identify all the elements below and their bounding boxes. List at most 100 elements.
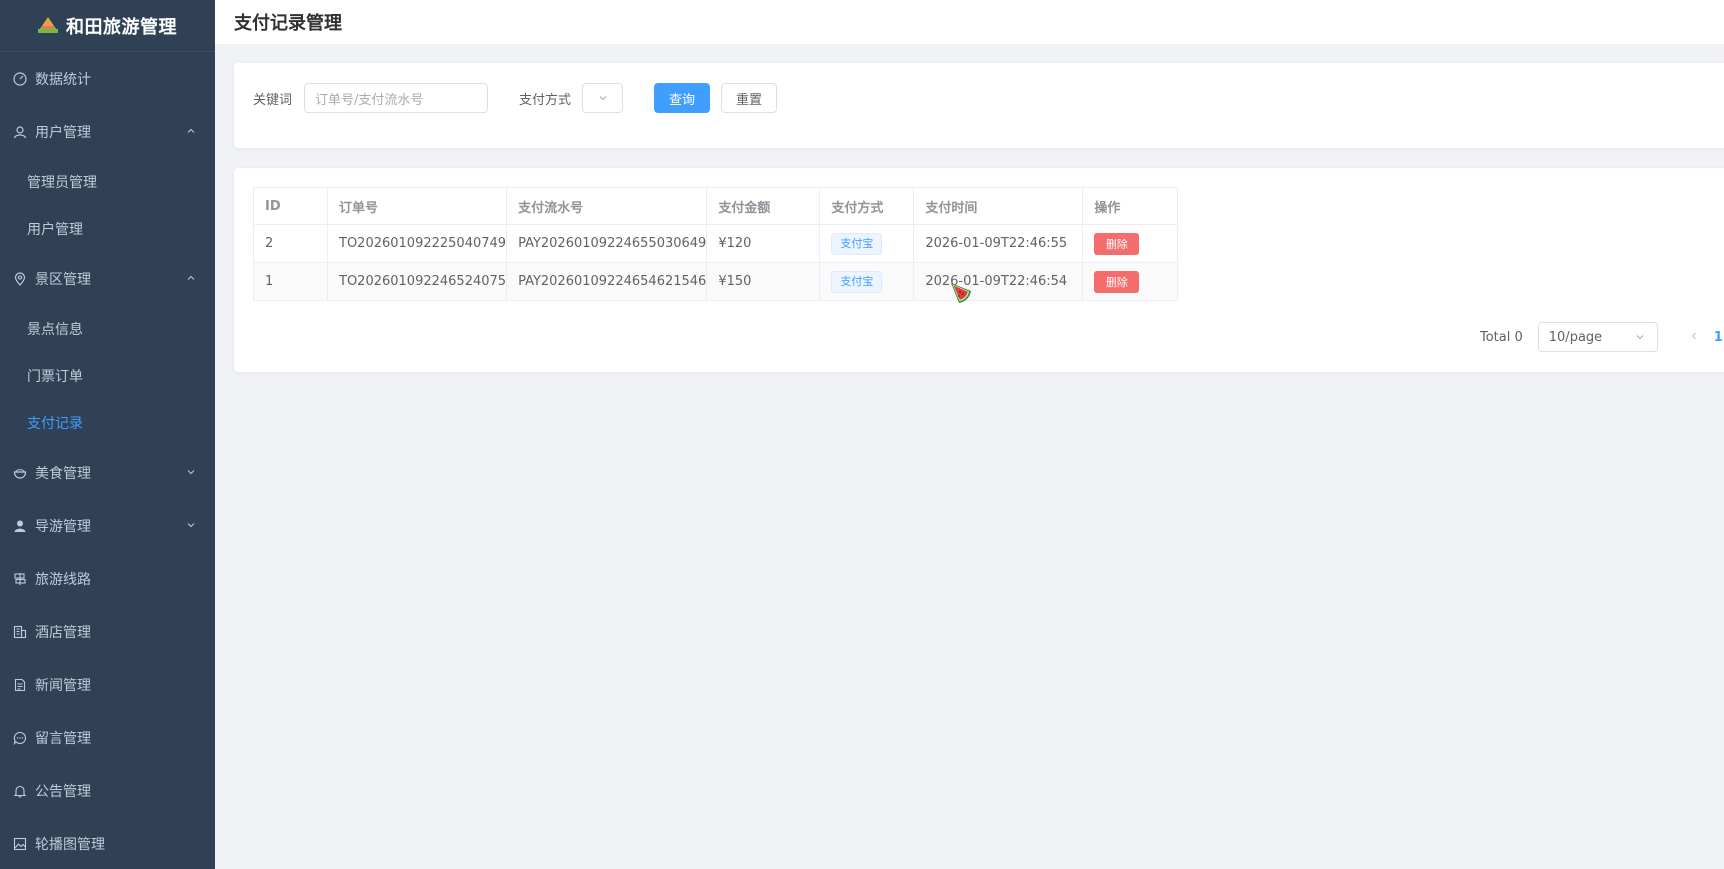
sidebar-item-label: 轮播图管理 — [35, 836, 105, 853]
app-title: 和田旅游管理 — [66, 16, 177, 38]
column-header: 支付流水号 — [506, 187, 708, 225]
cell-order-no: TO202601092225040749 — [326, 224, 508, 263]
cell-flow-no: PAY20260109224654621546 — [506, 262, 708, 301]
prev-page-button[interactable] — [1684, 330, 1704, 345]
filter-row: 关键词 订单号/支付流水号 支付方式 查询 重置 — [253, 83, 778, 113]
sidebar-item-label: 留言管理 — [35, 730, 91, 747]
keyword-search-input[interactable]: 订单号/支付流水号 — [304, 83, 489, 113]
pagination-total: Total 0 — [1480, 329, 1523, 345]
sidebar-item-user-list[interactable]: 用户管理 — [0, 205, 215, 252]
page-header: 支付记录管理 — [215, 0, 1724, 44]
sidebar-item-dashboard[interactable]: 数据统计 — [0, 52, 215, 105]
column-header: 支付方式 — [819, 187, 915, 225]
route-icon — [12, 571, 28, 587]
sidebar-item-label: 用户管理 — [35, 124, 91, 141]
payment-records-panel: ID 订单号 支付流水号 支付金额 支付方式 支付时间 操作 2 TO20260… — [234, 168, 1724, 372]
sidebar-item-user-management[interactable]: 用户管理 — [0, 105, 215, 158]
sidebar-item-news-management[interactable]: 新闻管理 — [0, 658, 215, 711]
chevron-up-icon — [187, 128, 195, 133]
sidebar-item-ticket-orders[interactable]: 门票订单 — [0, 352, 215, 399]
user-icon — [12, 124, 28, 140]
query-button[interactable]: 查询 — [654, 83, 711, 113]
building-icon — [12, 624, 28, 640]
table-header-row: ID 订单号 支付流水号 支付金额 支付方式 支付时间 操作 — [253, 187, 1179, 225]
cell-time: 2026-01-09T22:46:54 — [913, 262, 1084, 301]
sidebar-item-label: 酒店管理 — [35, 624, 91, 641]
sidebar-item-hotel-management[interactable]: 酒店管理 — [0, 605, 215, 658]
watermelon-cursor-icon — [951, 283, 971, 303]
payment-method-tag: 支付宝 — [831, 232, 883, 255]
chevron-up-icon — [187, 275, 195, 280]
page-size-select[interactable]: 10/page — [1537, 322, 1658, 352]
table-row: 1 TO202601092246524075 PAY20260109224654… — [253, 262, 1179, 301]
sidebar-item-scenic-info[interactable]: 景点信息 — [0, 305, 215, 352]
mountain-logo-icon — [38, 16, 58, 35]
sidebar-item-payment-records[interactable]: 支付记录 — [0, 399, 215, 446]
cell-id: 1 — [253, 262, 328, 301]
sidebar-item-banner-management[interactable]: 轮播图管理 — [0, 817, 215, 869]
sidebar-item-label: 用户管理 — [27, 221, 83, 238]
sidebar-item-label: 新闻管理 — [35, 677, 91, 694]
location-icon — [12, 271, 28, 287]
sidebar-item-notice-management[interactable]: 公告管理 — [0, 764, 215, 817]
page-number-current[interactable]: 1 — [1714, 330, 1723, 345]
column-header: 支付时间 — [913, 187, 1084, 225]
payment-method-label: 支付方式 — [519, 92, 572, 108]
filter-panel: 关键词 订单号/支付流水号 支付方式 查询 重置 — [234, 63, 1724, 148]
chevron-left-icon — [1691, 332, 1696, 339]
sidebar-item-label: 门票订单 — [27, 368, 83, 385]
chevron-down-icon — [187, 469, 195, 474]
column-header: ID — [253, 187, 328, 225]
payment-records-table: ID 订单号 支付流水号 支付金额 支付方式 支付时间 操作 2 TO20260… — [253, 187, 1179, 301]
sidebar-item-guide-management[interactable]: 导游管理 — [0, 499, 215, 552]
page-size-value: 10/page — [1548, 329, 1603, 345]
sidebar-item-label: 景点信息 — [27, 321, 83, 338]
cell-amount: ¥150 — [706, 262, 821, 301]
table-row: 2 TO202601092225040749 PAY20260109224655… — [253, 224, 1179, 263]
bell-icon — [12, 783, 28, 799]
bowl-icon — [12, 465, 28, 481]
reset-button[interactable]: 重置 — [721, 83, 778, 113]
pagination: Total 0 10/page 1 — [1480, 322, 1723, 352]
sidebar-item-label: 管理员管理 — [27, 174, 97, 191]
sidebar-item-message-management[interactable]: 留言管理 — [0, 711, 215, 764]
cell-id: 2 — [253, 224, 328, 263]
sidebar-item-label: 导游管理 — [35, 518, 91, 535]
cell-amount: ¥120 — [706, 224, 821, 263]
chat-icon — [12, 730, 28, 746]
person-icon — [12, 518, 28, 534]
column-header: 订单号 — [326, 187, 508, 225]
cell-actions: 删除 — [1082, 262, 1179, 301]
cell-method: 支付宝 — [819, 224, 915, 263]
cell-flow-no: PAY20260109224655030649 — [506, 224, 708, 263]
cell-actions: 删除 — [1082, 224, 1179, 263]
sidebar-item-travel-routes[interactable]: 旅游线路 — [0, 552, 215, 605]
picture-icon — [12, 836, 28, 852]
sidebar-item-label: 支付记录 — [27, 415, 83, 432]
sidebar-item-label: 景区管理 — [35, 271, 91, 288]
page-title: 支付记录管理 — [234, 13, 342, 34]
sidebar-item-scenic-management[interactable]: 景区管理 — [0, 252, 215, 305]
chevron-down-icon — [1636, 335, 1644, 340]
sidebar-item-food-management[interactable]: 美食管理 — [0, 446, 215, 499]
app-logo[interactable]: 和田旅游管理 — [0, 0, 215, 52]
column-header: 支付金额 — [706, 187, 821, 225]
dashboard-icon — [12, 71, 28, 87]
sidebar-item-admin-management[interactable]: 管理员管理 — [0, 158, 215, 205]
sidebar-item-label: 公告管理 — [35, 783, 91, 800]
cell-method: 支付宝 — [819, 262, 915, 301]
payment-method-select[interactable] — [582, 83, 624, 113]
sidebar-item-label: 数据统计 — [35, 71, 91, 88]
payment-method-tag: 支付宝 — [831, 270, 883, 293]
delete-button[interactable]: 删除 — [1094, 232, 1140, 255]
keyword-label: 关键词 — [253, 92, 293, 108]
sidebar-item-label: 美食管理 — [35, 465, 91, 482]
document-icon — [12, 677, 28, 693]
column-header: 操作 — [1082, 187, 1179, 225]
chevron-down-icon — [599, 96, 606, 101]
sidebar: 和田旅游管理 数据统计 用户管理 管理员管理 用户管理 景区管理 景点信息 门票… — [0, 0, 215, 869]
cell-order-no: TO202601092246524075 — [326, 262, 508, 301]
delete-button[interactable]: 删除 — [1094, 270, 1140, 293]
sidebar-item-label: 旅游线路 — [35, 571, 91, 588]
cell-time: 2026-01-09T22:46:55 — [913, 224, 1084, 263]
